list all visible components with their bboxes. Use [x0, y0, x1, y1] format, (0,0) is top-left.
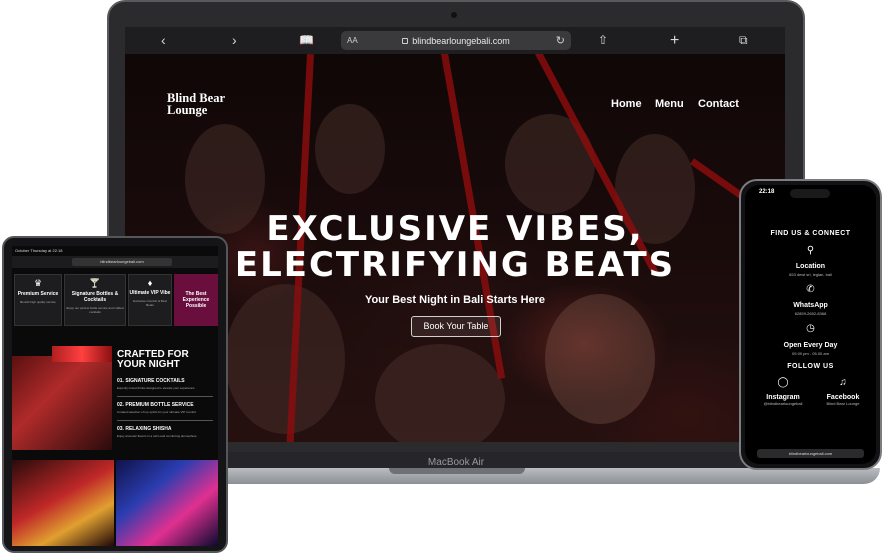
nav-menu-link[interactable]: Menu [655, 98, 684, 110]
crafted-item-1-title: 01. SIGNATURE COCKTAILS [117, 378, 185, 384]
nav-contact-link[interactable]: Contact [698, 98, 739, 110]
feature-card-vip-vibe: ♦ Ultimate VIP Vibe Exclusive Comfort & … [128, 274, 172, 326]
whatsapp-value[interactable]: 62859-2652-8368 [745, 311, 876, 316]
tabs-overview-icon[interactable]: ⧉ [739, 27, 748, 54]
whatsapp-label: WhatsApp [793, 302, 828, 309]
new-tab-icon[interactable]: + [670, 27, 679, 54]
instagram-label: Instagram [766, 394, 800, 401]
site-brand-logo[interactable]: Blind Bear Lounge [167, 92, 247, 117]
card-desc: Exclusive Comfort & Best Beats [133, 299, 167, 307]
book-table-button[interactable]: Book Your Table [411, 316, 501, 337]
connect-title: FIND US & CONNECT [770, 230, 851, 237]
venue-photo-2 [52, 346, 112, 362]
card-title: Premium Service [17, 291, 59, 297]
diamond-icon: ♦ [147, 278, 153, 288]
browser-toolbar: ‹ › 📖 AA blindbearloungebali.com ↻ ⇧ + ⧉ [125, 27, 785, 54]
phone-url-bar[interactable]: blindbearloungebali.com [757, 449, 864, 458]
instagram-value: @blindbearloungebali [763, 401, 803, 406]
url-text: blindbearloungebali.com [412, 35, 510, 46]
phone-screen: 22:18 FIND US & CONNECT ⚲ Location 653 d… [745, 185, 876, 464]
facebook-icon: ♫ [839, 377, 847, 388]
venue-photo-4 [116, 460, 218, 546]
facebook-label: Facebook [826, 394, 860, 401]
crafted-item-2-title: 02. PREMIUM BOTTLE SERVICE [117, 402, 194, 408]
divider [117, 420, 213, 421]
laptop-camera [451, 12, 457, 18]
location-label: Location [795, 263, 826, 270]
whatsapp-icon: ✆ [806, 284, 815, 295]
venue-photo-3 [12, 460, 114, 546]
reload-icon[interactable]: ↻ [556, 34, 565, 47]
bookmarks-icon[interactable]: 📖 [299, 27, 314, 54]
phone-time: 22:18 [759, 189, 775, 195]
follow-title: FOLLOW US [787, 363, 834, 370]
share-icon[interactable]: ⇧ [598, 27, 608, 54]
hours-value: 09.00 pm - 05.00 am [792, 351, 829, 356]
feature-card-best-experience: The Best Experience Possible [174, 274, 218, 326]
divider [117, 396, 213, 397]
forward-icon[interactable]: › [232, 27, 237, 54]
address-bar[interactable]: AA blindbearloungebali.com ↻ [341, 31, 571, 50]
venue-photo-1 [12, 356, 112, 450]
dynamic-island [790, 189, 830, 198]
tablet-frame: October Thursday at 22:18 blindbearloung… [2, 236, 228, 553]
facebook-value: Blind Bear Lounge [826, 401, 860, 406]
card-desc: Enjoy our perfect bottle service and cra… [66, 306, 124, 314]
location-pin-icon: ⚲ [806, 245, 815, 256]
crafted-item-1-desc: Expertly mixed drinks designed to elevat… [117, 386, 195, 390]
card-title: Ultimate VIP Vibe [129, 290, 171, 296]
tablet-screen: October Thursday at 22:18 blindbearloung… [12, 246, 218, 546]
crafted-heading: CRAFTED FOR YOUR NIGHT [117, 349, 189, 370]
location-value[interactable]: 653 dewi sri, legian, bali [745, 272, 876, 277]
device-mockup-stage: ‹ › 📖 AA blindbearloungebali.com ↻ ⇧ + ⧉ [0, 0, 882, 554]
back-icon[interactable]: ‹ [161, 27, 166, 54]
crafted-item-3-title: 03. RELAXING SHISHA [117, 426, 172, 432]
glasses-icon: 🍸 [89, 278, 101, 288]
clock-icon: ◷ [806, 323, 815, 334]
facebook-link[interactable]: ♫ Facebook Blind Bear Lounge [813, 377, 873, 406]
crafted-item-2-desc: Curated selection of top spirits for you… [117, 410, 197, 414]
reader-aa-button[interactable]: AA [347, 36, 358, 45]
feature-card-signature-bottles: 🍸 Signature Bottles & Cocktails Enjoy ou… [64, 274, 126, 326]
hours-label: Open Every Day [783, 342, 838, 349]
card-title: The Best Experience Possible [182, 291, 210, 309]
card-desc: Benefit high quality service [20, 300, 56, 304]
tablet-status-bar: October Thursday at 22:18 [15, 248, 63, 253]
crafted-item-3-desc: Enjoy aromatic flavors in a calm and com… [117, 434, 197, 438]
tablet-url-bar[interactable]: blindbearloungebali.com [72, 258, 172, 266]
phone-frame: 22:18 FIND US & CONNECT ⚲ Location 653 d… [739, 179, 882, 470]
laptop-notch [389, 468, 525, 474]
card-title: Signature Bottles & Cocktails [71, 291, 119, 303]
instagram-link[interactable]: ◯ Instagram @blindbearloungebali [753, 377, 813, 406]
lock-icon [402, 37, 409, 44]
instagram-icon: ◯ [777, 377, 789, 388]
nav-home-link[interactable]: Home [611, 98, 642, 110]
feature-card-premium-service: ♛ Premium Service Benefit high quality s… [14, 274, 62, 326]
crown-icon: ♛ [33, 278, 43, 288]
